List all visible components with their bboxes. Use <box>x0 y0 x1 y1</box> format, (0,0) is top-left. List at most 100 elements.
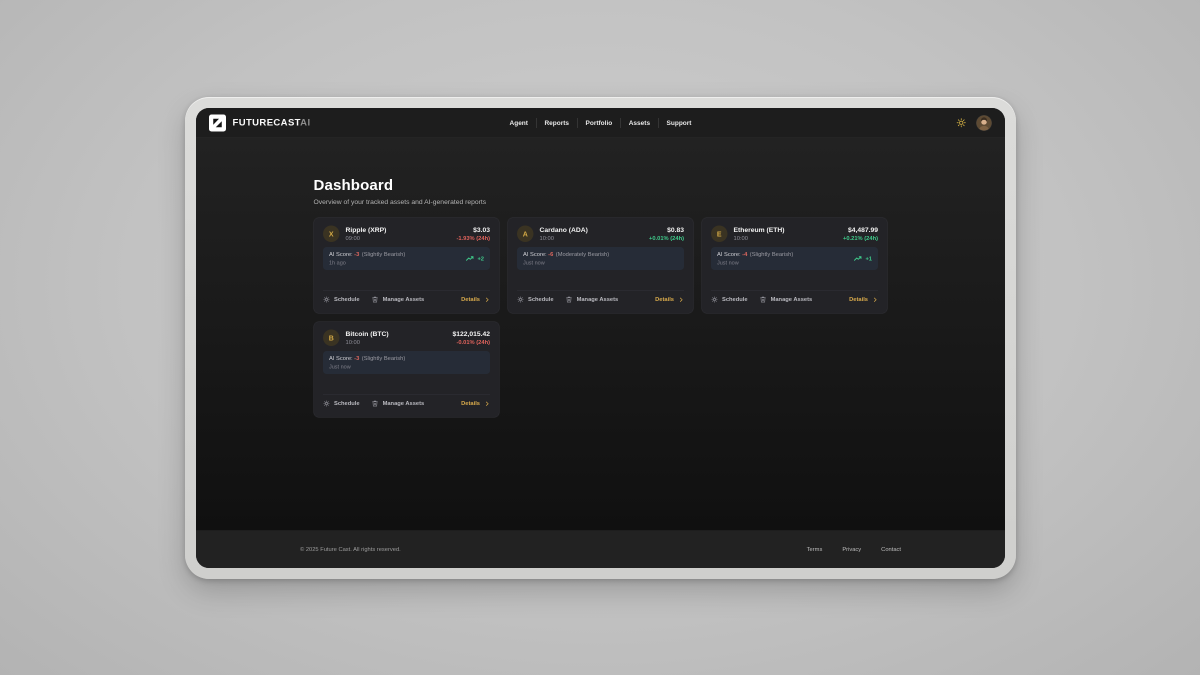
ai-score-sentiment: (Slightly Bearish) <box>362 356 405 362</box>
sun-icon <box>957 118 967 128</box>
score-trend: +2 <box>466 256 484 262</box>
asset-price: $4,487.99 <box>843 226 878 234</box>
asset-name: Ripple (XRP) <box>346 226 387 234</box>
user-avatar[interactable] <box>976 115 992 131</box>
updated-time: Just now <box>717 260 793 266</box>
manage-assets-button[interactable]: Manage Assets <box>760 296 813 303</box>
footer-link-terms[interactable]: Terms <box>807 547 823 553</box>
ai-score-value: -3 <box>354 252 359 258</box>
theme-toggle-button[interactable] <box>957 118 967 128</box>
manage-assets-label: Manage Assets <box>383 297 425 303</box>
asset-name: Cardano (ADA) <box>540 226 588 234</box>
ai-score-label: AI Score: <box>523 252 547 258</box>
brand-name-suffix: AI <box>300 117 310 128</box>
schedule-button[interactable]: Schedule <box>323 400 360 407</box>
ai-score-label: AI Score: <box>717 252 741 258</box>
chevron-right-icon <box>485 401 491 407</box>
ai-score-panel: AI Score:-6(Moderately Bearish) Just now <box>517 247 684 270</box>
asset-price: $3.03 <box>456 226 490 234</box>
asset-change: -0.01% (24h) <box>452 340 490 346</box>
schedule-label: Schedule <box>528 297 554 303</box>
schedule-label: Schedule <box>334 297 360 303</box>
asset-change: +0.01% (24h) <box>649 236 684 242</box>
ai-score-panel: AI Score:-3(Slightly Bearish) Just now <box>323 351 490 374</box>
schedule-button[interactable]: Schedule <box>323 296 360 303</box>
copyright-text: © 2025 Future Cast. All rights reserved. <box>300 547 401 553</box>
trash-icon <box>372 400 379 407</box>
footer-link-contact[interactable]: Contact <box>881 547 901 553</box>
asset-report-time: 10:00 <box>540 236 588 242</box>
schedule-label: Schedule <box>722 297 748 303</box>
app-screen: FUTURECASTAI Agent Reports Portfolio Ass… <box>196 108 1005 568</box>
avatar-photo <box>977 115 992 130</box>
page-subtitle: Overview of your tracked assets and AI-g… <box>314 198 888 206</box>
asset-price: $122,015.42 <box>452 330 490 338</box>
asset-icon: X <box>323 226 340 243</box>
asset-card-eth: E Ethereum (ETH) 10:00 $4,487.99 +0.21% … <box>702 218 888 314</box>
top-navigation-bar: FUTURECASTAI Agent Reports Portfolio Ass… <box>196 108 1005 138</box>
schedule-label: Schedule <box>334 401 360 407</box>
trend-up-icon <box>466 256 475 262</box>
details-label: Details <box>461 297 480 303</box>
details-button[interactable]: Details <box>655 297 684 303</box>
asset-card-ada: A Cardano (ADA) 10:00 $0.83 +0.01% (24h) <box>508 218 694 314</box>
gear-icon <box>711 296 718 303</box>
asset-card-btc: B Bitcoin (BTC) 10:00 $122,015.42 -0.01%… <box>314 322 500 418</box>
schedule-button[interactable]: Schedule <box>711 296 748 303</box>
nav-item-support[interactable]: Support <box>658 118 699 128</box>
nav-item-agent[interactable]: Agent <box>502 118 536 128</box>
brand-name: FUTURECASTAI <box>233 117 311 128</box>
details-button[interactable]: Details <box>849 297 878 303</box>
asset-change: +0.21% (24h) <box>843 236 878 242</box>
ai-score-value: -4 <box>742 252 747 258</box>
manage-assets-button[interactable]: Manage Assets <box>372 296 425 303</box>
updated-time: Just now <box>523 260 609 266</box>
asset-name: Ethereum (ETH) <box>734 226 785 234</box>
chevron-right-icon <box>485 297 491 303</box>
ai-score-panel: AI Score:-4(Slightly Bearish) Just now +… <box>711 247 878 270</box>
manage-assets-label: Manage Assets <box>577 297 619 303</box>
details-button[interactable]: Details <box>461 297 490 303</box>
details-button[interactable]: Details <box>461 401 490 407</box>
trash-icon <box>372 296 379 303</box>
main-nav: Agent Reports Portfolio Assets Support <box>502 118 700 128</box>
trend-up-icon <box>854 256 863 262</box>
schedule-button[interactable]: Schedule <box>517 296 554 303</box>
footer-link-privacy[interactable]: Privacy <box>842 547 861 553</box>
nav-item-reports[interactable]: Reports <box>536 118 577 128</box>
asset-icon: A <box>517 226 534 243</box>
nav-item-assets[interactable]: Assets <box>620 118 658 128</box>
ai-score-sentiment: (Slightly Bearish) <box>362 252 405 258</box>
asset-report-time: 10:00 <box>346 340 389 346</box>
asset-price: $0.83 <box>649 226 684 234</box>
ai-score-value: -6 <box>548 252 553 258</box>
chevron-right-icon <box>679 297 685 303</box>
nav-item-portfolio[interactable]: Portfolio <box>577 118 620 128</box>
ai-score-label: AI Score: <box>329 252 353 258</box>
asset-card-xrp: X Ripple (XRP) 09:00 $3.03 -1.93% (24h) <box>314 218 500 314</box>
futurecast-mark-icon <box>209 114 226 131</box>
chevron-right-icon <box>873 297 879 303</box>
trend-delta: +1 <box>865 256 872 262</box>
manage-assets-label: Manage Assets <box>383 401 425 407</box>
header-actions <box>957 115 993 131</box>
brand-name-main: FUTURECAST <box>233 117 301 128</box>
asset-name: Bitcoin (BTC) <box>346 330 389 338</box>
ai-score-sentiment: (Moderately Bearish) <box>556 252 609 258</box>
asset-icon: B <box>323 330 340 347</box>
trend-delta: +2 <box>477 256 484 262</box>
card-actions: Schedule Manage Assets Details <box>517 290 684 303</box>
asset-card-grid: X Ripple (XRP) 09:00 $3.03 -1.93% (24h) <box>314 218 888 418</box>
manage-assets-button[interactable]: Manage Assets <box>372 400 425 407</box>
trash-icon <box>760 296 767 303</box>
details-label: Details <box>461 401 480 407</box>
gear-icon <box>517 296 524 303</box>
ai-score-label: AI Score: <box>329 356 353 362</box>
updated-time: Just now <box>329 364 405 370</box>
details-label: Details <box>655 297 674 303</box>
main-content: Dashboard Overview of your tracked asset… <box>196 138 1005 531</box>
updated-time: 1h ago <box>329 260 405 266</box>
footer-links: Terms Privacy Contact <box>807 547 901 553</box>
manage-assets-button[interactable]: Manage Assets <box>566 296 619 303</box>
card-actions: Schedule Manage Assets Details <box>323 290 490 303</box>
